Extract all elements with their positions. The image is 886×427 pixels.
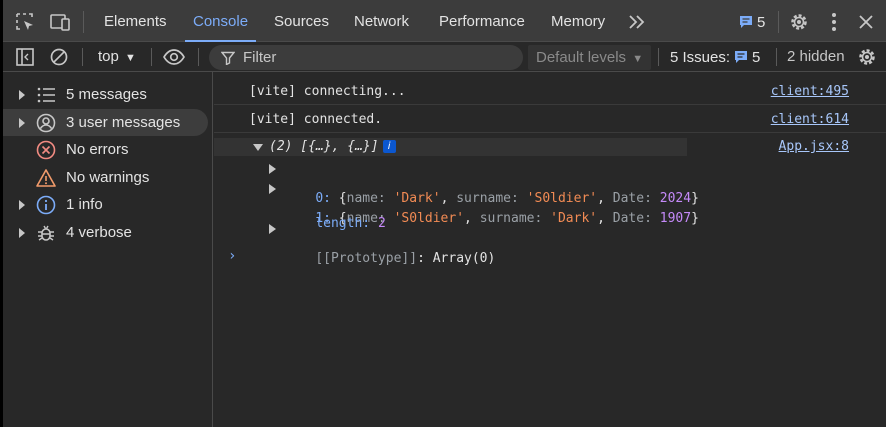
sidebar-item-messages[interactable]: 5 messages [3, 81, 208, 108]
tab-performance[interactable]: Performance [439, 0, 525, 42]
list-icon [37, 87, 55, 102]
more-tabs-icon[interactable] [627, 12, 647, 32]
issues-counter[interactable]: 5 [739, 12, 765, 32]
item-date: 1907 [659, 211, 692, 226]
message-text: [vite] connecting... [249, 84, 406, 99]
console-sidebar: 5 messages 3 user messages No errors No … [3, 72, 213, 427]
expand-arrow-icon[interactable] [19, 117, 25, 128]
error-icon [36, 140, 56, 159]
sidebar-item-label: 4 verbose [66, 224, 132, 241]
log-levels-dropdown[interactable]: Default levels ▼ [528, 45, 651, 70]
issues-count: 5 [752, 48, 761, 66]
eye-icon[interactable] [162, 47, 186, 67]
tab-sources[interactable]: Sources [274, 0, 329, 42]
console-prompt[interactable]: › [228, 248, 236, 264]
sidebar-item-verbose[interactable]: 4 verbose [3, 219, 208, 246]
tab-network[interactable]: Network [354, 0, 409, 42]
array-summary-text: (2) [{…}, {…}] [269, 139, 379, 154]
chevron-down-icon: ▼ [125, 52, 136, 64]
array-log-entry: (2) [{…}, {…}] i App.jsx:8 [214, 138, 886, 156]
issues-label: 5 Issues: [670, 48, 731, 66]
context-selector[interactable]: top ▼ [98, 42, 136, 72]
sidebar-item-user-messages[interactable]: 3 user messages [3, 109, 208, 136]
sidebar-item-info[interactable]: 1 info [3, 191, 208, 218]
divider [151, 48, 152, 66]
warning-icon [36, 168, 56, 187]
issues-button[interactable]: 5 Issues: 5 [670, 42, 760, 72]
tab-elements[interactable]: Elements [104, 0, 167, 42]
devtools-tabbar: Elements Console Sources Network Perform… [3, 0, 886, 42]
more-options-icon[interactable] [823, 11, 845, 33]
expand-arrow-icon[interactable] [19, 227, 25, 238]
filter-field[interactable] [209, 45, 523, 70]
device-toolbar-icon[interactable] [49, 11, 71, 33]
prototype-key: [[Prototype]] [315, 251, 418, 266]
divider [83, 11, 84, 33]
console-output: [vite] connecting... client:495 [vite] c… [214, 72, 886, 427]
expand-arrow-icon[interactable] [269, 224, 276, 234]
sidebar-item-label: 3 user messages [66, 114, 181, 131]
sidebar-toggle-icon[interactable] [15, 47, 35, 67]
filter-icon [221, 51, 235, 65]
context-label: top [98, 48, 119, 65]
info-badge-icon[interactable]: i [382, 140, 396, 153]
sidebar-item-label: 5 messages [66, 86, 147, 103]
inspect-element-icon[interactable] [14, 11, 36, 33]
console-toolbar: top ▼ Default levels ▼ 5 Issues: 5 2 hid… [3, 42, 886, 72]
bug-icon [38, 225, 54, 241]
source-link[interactable]: client:495 [771, 84, 849, 99]
console-message: [vite] connected. client:614 [214, 106, 886, 133]
issues-count: 5 [757, 13, 766, 31]
tab-console[interactable]: Console [184, 0, 257, 42]
item-surname: 'Dark' [550, 211, 598, 226]
expand-arrow-icon[interactable] [269, 184, 276, 194]
expand-arrow-icon[interactable] [19, 89, 25, 100]
settings-icon[interactable] [788, 11, 810, 33]
array-summary[interactable]: (2) [{…}, {…}] i [269, 139, 396, 154]
chevron-down-icon: ▼ [632, 53, 644, 65]
divider [198, 48, 199, 66]
sidebar-item-label: No errors [66, 141, 129, 158]
source-link[interactable]: client:614 [771, 112, 849, 127]
log-levels-label: Default levels [536, 49, 627, 66]
console-settings-icon[interactable] [856, 46, 878, 68]
filter-input[interactable] [243, 49, 503, 66]
sidebar-item-label: 1 info [66, 196, 103, 213]
issue-message-icon [735, 51, 748, 63]
hidden-count: 2 hidden [787, 48, 845, 65]
close-icon[interactable] [855, 11, 877, 33]
clear-console-icon[interactable] [49, 47, 69, 67]
info-icon [36, 195, 56, 214]
divider [82, 48, 83, 66]
tab-memory[interactable]: Memory [551, 0, 605, 42]
message-text: [vite] connected. [249, 112, 383, 127]
divider [658, 48, 659, 66]
expand-arrow-icon[interactable] [19, 199, 25, 210]
sidebar-item-warnings[interactable]: No warnings [3, 164, 208, 191]
sidebar-item-label: No warnings [66, 169, 150, 186]
issue-message-icon [740, 16, 752, 28]
divider [776, 48, 777, 66]
source-link[interactable]: App.jsx:8 [779, 139, 849, 154]
sidebar-item-errors[interactable]: No errors [3, 136, 208, 163]
user-icon [36, 113, 56, 132]
divider [778, 11, 779, 33]
expand-arrow-icon[interactable] [269, 164, 276, 174]
array-prototype[interactable]: [[Prototype]]: Array(0) [269, 221, 495, 281]
collapse-arrow-icon[interactable] [253, 144, 263, 151]
prototype-value: Array(0) [432, 251, 496, 266]
console-message: [vite] connecting... client:495 [214, 78, 886, 105]
